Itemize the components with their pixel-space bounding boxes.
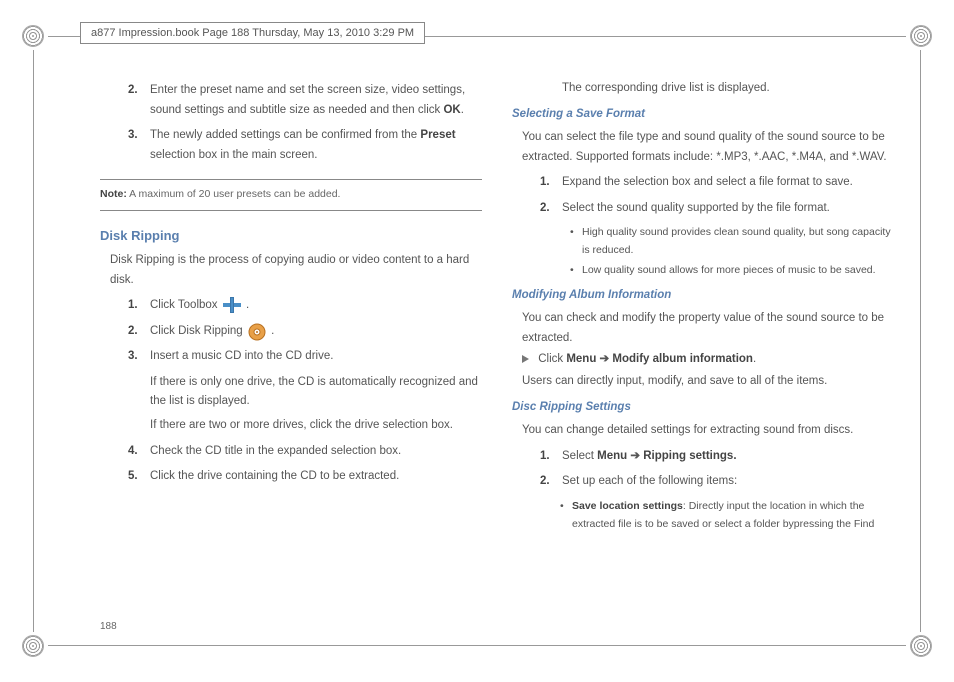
text: Enter the preset name and set the screen…: [150, 84, 465, 116]
dr-step-1: 1. Click Toolbox .: [128, 296, 482, 316]
bullet-dot: •: [570, 224, 582, 260]
disc-icon: [248, 323, 266, 339]
right-column: The corresponding drive list is displaye…: [512, 75, 894, 622]
sf-step-1: 1. Expand the selection box and select a…: [540, 173, 894, 193]
toolbox-icon: [223, 297, 241, 313]
step-2: 2. Enter the preset name and set the scr…: [128, 81, 482, 120]
rip-settings-intro: You can change detailed settings for ext…: [522, 421, 894, 441]
save-format-intro: You can select the file type and sound q…: [522, 128, 894, 167]
note-label: Note:: [100, 188, 127, 200]
crop-line-left: [33, 50, 34, 632]
bullet-text: Low quality sound allows for more pieces…: [582, 262, 876, 280]
bold-save-loc: Save location settings: [572, 500, 683, 512]
text: Select: [562, 450, 597, 462]
step-num: 1.: [128, 296, 150, 316]
bold-menu: Menu: [597, 450, 627, 462]
sf-step-2: 2. Select the sound quality supported by…: [540, 199, 894, 219]
bullet-text: High quality sound provides clean sound …: [582, 224, 894, 260]
dr-step-3-sub1: If there is only one drive, the CD is au…: [150, 373, 482, 412]
step-num: 5.: [128, 467, 150, 487]
crop-mark-bl: [22, 635, 44, 657]
step-text: Expand the selection box and select a fi…: [562, 173, 894, 193]
subhdr-rip-settings: Disc Ripping Settings: [512, 398, 894, 418]
dr-step-2: 2. Click Disk Ripping .: [128, 322, 482, 342]
subhdr-mod-album: Modifying Album Information: [512, 286, 894, 306]
step-text: Click Disk Ripping .: [150, 322, 482, 342]
mod-album-click: Click Menu ➔ Modify album information.: [522, 350, 894, 370]
text: Click: [538, 353, 566, 365]
crop-line-bottom: [48, 645, 906, 646]
mod-album-intro: You can check and modify the property va…: [522, 309, 894, 348]
triangle-icon: [522, 355, 529, 363]
step-text: Select the sound quality supported by th…: [562, 199, 894, 219]
step-text: Select Menu ➔ Ripping settings.: [562, 447, 894, 467]
mod-album-after: Users can directly input, modify, and sa…: [522, 372, 894, 392]
step-text: Click Toolbox .: [150, 296, 482, 316]
bold-ok: OK: [443, 104, 460, 116]
step-num: 1.: [540, 447, 562, 467]
arrow-icon: ➔: [627, 450, 643, 462]
text: .: [461, 104, 464, 116]
page-number: 188: [100, 621, 117, 632]
dr-step-4: 4. Check the CD title in the expanded se…: [128, 442, 482, 462]
step-num: 3.: [128, 347, 150, 367]
step-text: Click the drive containing the CD to be …: [150, 467, 482, 487]
step-text: Set up each of the following items:: [562, 472, 894, 492]
text: .: [246, 299, 249, 311]
bold-modify: Modify album information: [612, 353, 753, 365]
page-body: 2. Enter the preset name and set the scr…: [100, 75, 894, 622]
step-text: The newly added settings can be confirme…: [150, 126, 482, 165]
step-num: 4.: [128, 442, 150, 462]
step-3: 3. The newly added settings can be confi…: [128, 126, 482, 165]
page-header-box: a877 Impression.book Page 188 Thursday, …: [80, 22, 425, 44]
text: Click Toolbox: [150, 299, 221, 311]
bullet-dot: •: [560, 498, 572, 534]
dr-step-3: 3. Insert a music CD into the CD drive.: [128, 347, 482, 367]
arrow-icon: ➔: [596, 353, 612, 365]
text: Click Disk Ripping: [150, 325, 246, 337]
note-text: A maximum of 20 user presets can be adde…: [127, 188, 341, 200]
text: selection box in the main screen.: [150, 149, 317, 161]
bullet-text: Save location settings: Directly input t…: [572, 498, 894, 534]
step-num: 2.: [128, 322, 150, 342]
section-disk-ripping: Disk Ripping: [100, 225, 482, 247]
topline: The corresponding drive list is displaye…: [562, 79, 894, 99]
crop-mark-tl: [22, 25, 44, 47]
step-text: Insert a music CD into the CD drive.: [150, 347, 482, 367]
crop-mark-tr: [910, 25, 932, 47]
rs-step-1: 1. Select Menu ➔ Ripping settings.: [540, 447, 894, 467]
crop-line-right: [920, 50, 921, 632]
left-column: 2. Enter the preset name and set the scr…: [100, 75, 482, 622]
bold-menu: Menu: [566, 353, 596, 365]
step-text: Check the CD title in the expanded selec…: [150, 442, 482, 462]
step-num: 3.: [128, 126, 150, 165]
dr-step-3-sub2: If there are two or more drives, click t…: [150, 416, 482, 436]
step-num: 2.: [128, 81, 150, 120]
text: .: [753, 353, 756, 365]
step-text: Enter the preset name and set the screen…: [150, 81, 482, 120]
subhdr-save-format: Selecting a Save Format: [512, 105, 894, 125]
step-num: 1.: [540, 173, 562, 193]
sf-bullet-1: • High quality sound provides clean soun…: [570, 224, 894, 260]
bullet-dot: •: [570, 262, 582, 280]
text: The newly added settings can be confirme…: [150, 129, 420, 141]
rs-step-2: 2. Set up each of the following items:: [540, 472, 894, 492]
bold-preset: Preset: [420, 129, 455, 141]
disk-ripping-intro: Disk Ripping is the process of copying a…: [110, 251, 482, 290]
rs-bullet-1: • Save location settings: Directly input…: [560, 498, 894, 534]
bold-ripping: Ripping settings.: [643, 450, 736, 462]
crop-mark-br: [910, 635, 932, 657]
step-num: 2.: [540, 472, 562, 492]
text: .: [271, 325, 274, 337]
sf-bullet-2: • Low quality sound allows for more piec…: [570, 262, 894, 280]
note-block: Note: A maximum of 20 user presets can b…: [100, 179, 482, 211]
step-num: 2.: [540, 199, 562, 219]
dr-step-5: 5. Click the drive containing the CD to …: [128, 467, 482, 487]
